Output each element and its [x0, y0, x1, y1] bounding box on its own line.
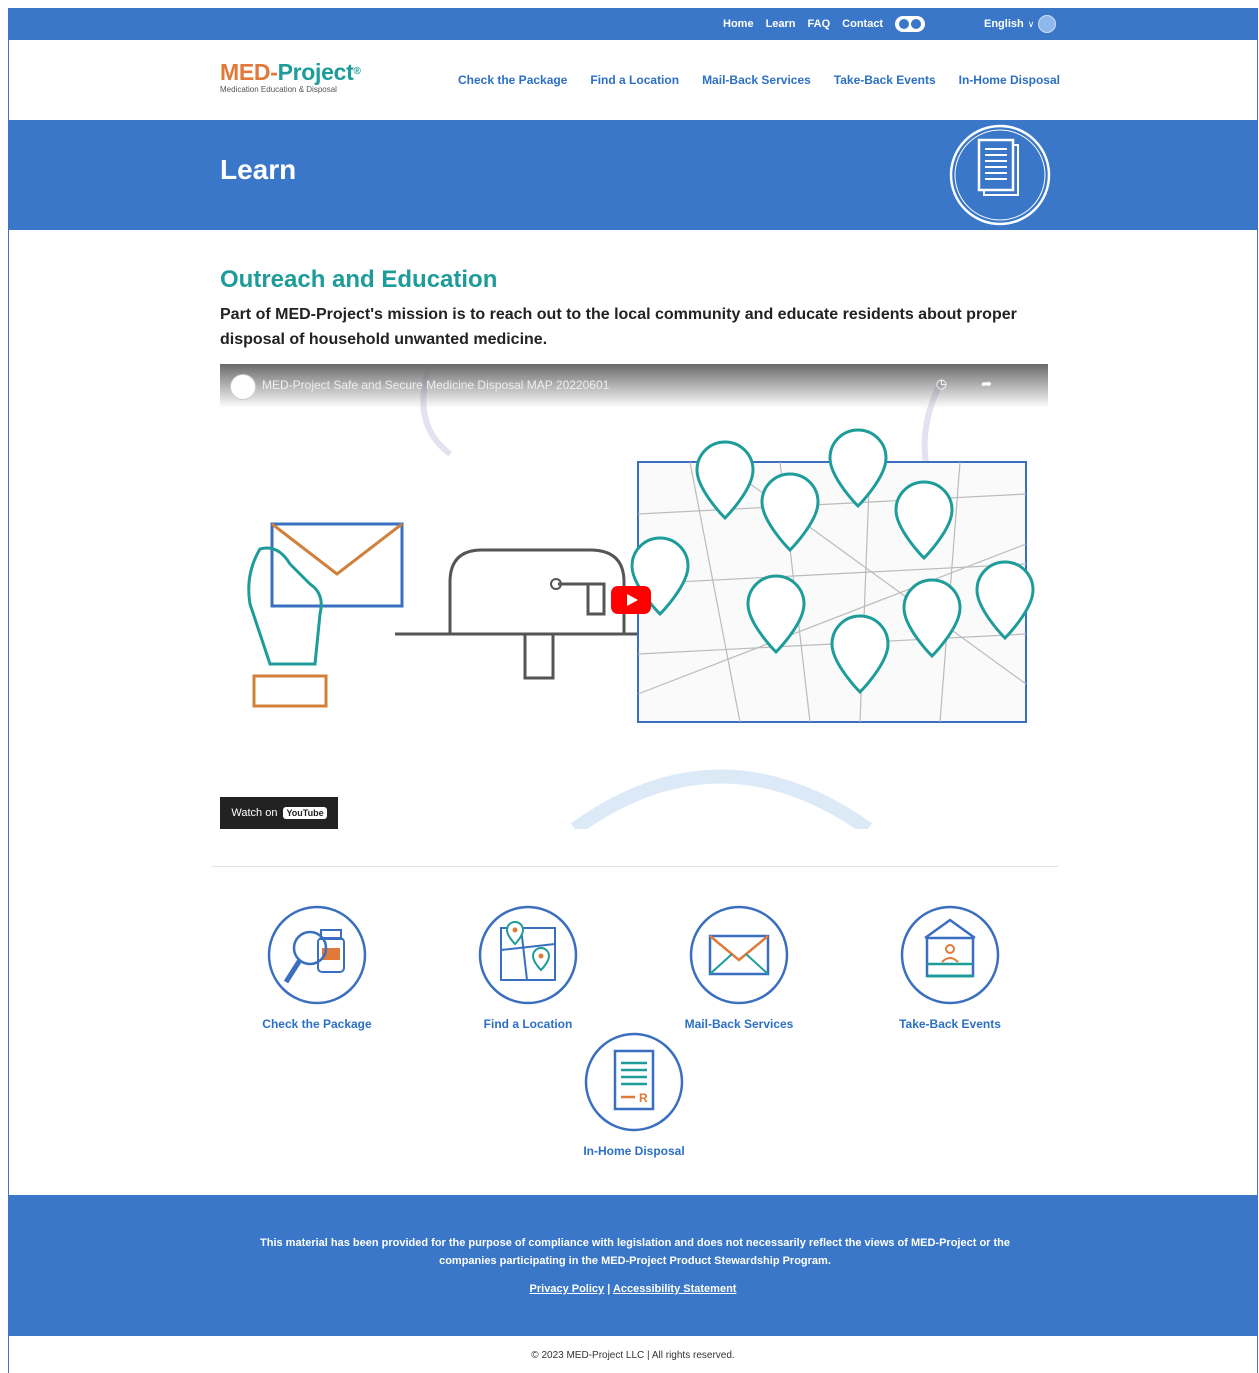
logo-med: MED [220, 59, 271, 85]
site-footer: This material has been provided for the … [9, 1195, 1257, 1336]
intro-text: Part of MED-Project's mission is to reac… [220, 306, 1017, 348]
quicklink-label: Find a Location [483, 1017, 573, 1031]
section-divider [212, 866, 1058, 867]
magnifier-pill-bottle-icon [267, 905, 367, 1005]
utility-nav: Home Learn FAQ Contact [723, 8, 926, 40]
quicklink-take-back-events[interactable]: Take-Back Events [875, 904, 1025, 1031]
nav-in-home-disposal[interactable]: In-Home Disposal [959, 73, 1060, 87]
youtube-logo: YouTube [283, 807, 327, 819]
nav-find-a-location[interactable]: Find a Location [590, 73, 679, 87]
quicklink-label: Take-Back Events [899, 1017, 1001, 1031]
globe-icon [1038, 15, 1057, 33]
footer-disclaimer: This material has been provided for the … [260, 1237, 1010, 1267]
util-link-contact[interactable]: Contact [842, 18, 883, 30]
accessibility-statement-link[interactable]: Accessibility Statement [613, 1283, 737, 1295]
nav-mail-back-services[interactable]: Mail-Back Services [702, 73, 811, 87]
map-pin-icon [478, 905, 578, 1005]
contact-icons[interactable] [895, 16, 926, 32]
logo-registered: ® [353, 66, 361, 77]
copyright: © 2023 MED-Project LLC | All rights rese… [531, 1350, 735, 1361]
logo-dash: - [270, 59, 278, 85]
page-title: Learn [220, 154, 297, 185]
documents-icon [949, 124, 1051, 226]
play-button[interactable] [611, 586, 651, 614]
quicklink-label: Check the Package [262, 1017, 372, 1031]
share-icon[interactable]: ➦ [981, 376, 1026, 391]
envelope-icon [689, 905, 789, 1005]
footer-separator: | [607, 1283, 611, 1295]
nav-take-back-events[interactable]: Take-Back Events [834, 73, 936, 87]
section-title: Outreach and Education [220, 266, 498, 293]
video-embed[interactable]: MED-Project Safe and Secure Medicine Dis… [220, 364, 1048, 829]
language-selector[interactable]: English ∨ [984, 8, 1057, 40]
nav-check-the-package[interactable]: Check the Package [458, 73, 567, 87]
chevron-down-icon: ∨ [1027, 18, 1035, 29]
site-header: MED-Project® Medication Education & Disp… [9, 40, 1257, 120]
watch-on-youtube[interactable]: Watch on YouTube [220, 797, 338, 829]
main-nav: Check the Package Find a Location Mail-B… [458, 40, 1083, 120]
prescription-icon: R [584, 1032, 684, 1132]
footer-links: Privacy Policy | Accessibility Statement [9, 1283, 1257, 1295]
language-label[interactable]: English [984, 18, 1024, 30]
svg-text:R: R [639, 1091, 648, 1105]
quicklink-check-the-package[interactable]: Check the Package [242, 904, 392, 1031]
video-title[interactable]: MED-Project Safe and Secure Medicine Dis… [262, 378, 609, 392]
util-link-learn[interactable]: Learn [766, 18, 796, 30]
logo-project: Project [277, 59, 354, 85]
utility-bar: Home Learn FAQ Contact English ∨ [9, 8, 1257, 40]
site-logo[interactable]: MED-Project® Medication Education & Disp… [220, 60, 361, 94]
quicklink-in-home-disposal[interactable]: R In-Home Disposal [559, 1031, 709, 1158]
page-hero: Learn [9, 120, 1257, 230]
util-link-faq[interactable]: FAQ [808, 18, 831, 30]
channel-avatar[interactable] [230, 374, 256, 400]
page-frame: Home Learn FAQ Contact English ∨ MED-Pro… [8, 8, 1258, 1373]
chat-icon [911, 19, 922, 29]
util-link-home[interactable]: Home [723, 18, 754, 30]
logo-tagline: Medication Education & Disposal [220, 85, 337, 94]
quicklink-find-a-location[interactable]: Find a Location [453, 904, 603, 1031]
video-actions[interactable]: ◷➦ [936, 376, 1026, 392]
quicklink-mail-back-services[interactable]: Mail-Back Services [664, 904, 814, 1031]
quicklink-label: In-Home Disposal [583, 1144, 685, 1158]
quicklink-label: Mail-Back Services [684, 1017, 794, 1031]
booth-icon [900, 905, 1000, 1005]
watch-on-label: Watch on [231, 807, 278, 819]
watch-later-icon[interactable]: ◷ [936, 376, 981, 391]
accessibility-icon [899, 19, 910, 29]
privacy-policy-link[interactable]: Privacy Policy [530, 1283, 605, 1295]
